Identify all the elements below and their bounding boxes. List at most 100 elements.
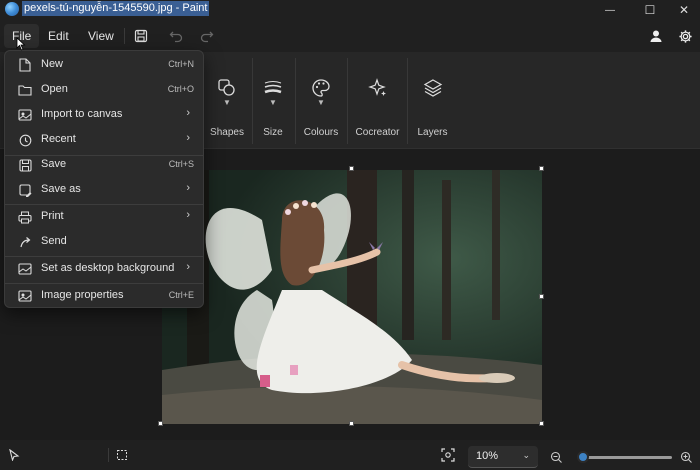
size-icon <box>261 76 285 100</box>
menu-item-send[interactable]: Send <box>9 230 200 254</box>
menu-divider <box>124 28 125 44</box>
menu-item-label: Image properties <box>41 289 124 301</box>
menu-item-label: Set as desktop background <box>41 262 175 274</box>
colours-label: Colours <box>303 127 339 138</box>
menu-item-label: Print <box>41 210 64 222</box>
resize-handle-bottom-right[interactable] <box>539 421 544 426</box>
resize-handle-top-right[interactable] <box>539 166 544 171</box>
size-label: Size <box>263 127 283 138</box>
maximize-icon: ☐ <box>644 3 656 17</box>
redo-button[interactable] <box>197 27 217 45</box>
selection-icon <box>117 450 127 460</box>
zoom-level-dropdown[interactable]: 10% ⌄ <box>468 446 538 468</box>
menu-item-label: New <box>41 58 64 70</box>
status-divider <box>108 448 109 462</box>
layers-icon <box>421 76 445 100</box>
chevron-down-icon: ▼ <box>269 98 277 107</box>
gear-icon <box>678 29 692 43</box>
desktop-background-icon <box>18 262 32 276</box>
zoom-in-icon <box>680 451 692 463</box>
ribbon-separator <box>252 58 253 144</box>
settings-button[interactable] <box>675 27 695 45</box>
recent-clock-icon <box>18 133 32 147</box>
menu-bar: File Edit View <box>0 20 700 52</box>
photo-illustration <box>162 170 542 424</box>
minimize-button[interactable]: — <box>592 0 628 20</box>
shapes-icon <box>215 76 239 100</box>
fit-to-window-icon <box>441 448 455 462</box>
size-tool-group[interactable]: ▼ Size <box>254 52 292 148</box>
account-icon <box>650 30 662 42</box>
ribbon-separator <box>347 58 348 144</box>
chevron-right-icon: › <box>186 132 190 144</box>
view-menu[interactable]: View <box>80 24 122 48</box>
close-button[interactable]: ✕ <box>666 0 700 20</box>
undo-button[interactable] <box>166 27 186 45</box>
menu-item-import-to-canvas[interactable]: Import to canvas › <box>9 103 200 127</box>
chevron-right-icon: › <box>186 209 190 221</box>
quick-save-button[interactable] <box>131 27 151 45</box>
redo-icon <box>200 31 214 43</box>
pointer-icon <box>9 448 20 462</box>
resize-handle-bottom-left[interactable] <box>158 421 163 426</box>
status-bar <box>0 440 700 470</box>
menu-item-shortcut: Ctrl+S <box>168 159 194 169</box>
menu-item-print[interactable]: Print › <box>9 205 200 229</box>
maximize-button[interactable]: ☐ <box>632 0 668 20</box>
zoom-level-value: 10% <box>476 450 499 462</box>
resize-handle-top[interactable] <box>349 166 354 171</box>
zoom-slider-thumb[interactable] <box>576 451 589 463</box>
shapes-tool-group[interactable]: ▼ Shapes <box>206 52 248 148</box>
title-bar: pexels-tú-nguyễn-1545590.jpg - Paint — ☐… <box>0 0 700 20</box>
open-folder-icon <box>18 83 32 97</box>
image-properties-icon <box>18 289 32 303</box>
menu-item-save[interactable]: Save Ctrl+S <box>9 153 200 177</box>
file-dropdown-menu: New Ctrl+N Open Ctrl+O Import to canvas … <box>4 50 204 308</box>
cocreator-button[interactable]: Cocreator <box>350 52 405 148</box>
layers-button[interactable]: Layers <box>410 52 455 148</box>
menu-item-shortcut: Ctrl+E <box>168 290 194 300</box>
resize-handle-bottom[interactable] <box>349 421 354 426</box>
zoom-slider-track[interactable] <box>578 456 672 459</box>
zoom-in-button[interactable] <box>680 451 693 467</box>
zoom-out-button[interactable] <box>550 451 563 467</box>
menu-item-label: Open <box>41 83 68 95</box>
send-icon <box>18 235 32 249</box>
colours-tool-group[interactable]: ▼ Colours <box>298 52 344 148</box>
menu-item-label: Send <box>41 235 67 247</box>
save-icon <box>18 158 32 172</box>
ribbon-separator <box>407 58 408 144</box>
minimize-icon: — <box>605 4 615 16</box>
view-menu-label: View <box>88 29 114 43</box>
window-title: pexels-tú-nguyễn-1545590.jpg - Paint <box>22 1 210 16</box>
chevron-down-icon: ▼ <box>223 98 231 107</box>
canvas-image[interactable] <box>162 170 542 424</box>
selection-size-indicator <box>116 449 128 464</box>
chevron-down-icon: ⌄ <box>522 450 530 460</box>
cocreator-label: Cocreator <box>355 127 400 138</box>
menu-item-set-as-desktop-background[interactable]: Set as desktop background › <box>9 257 200 281</box>
menu-item-save-as[interactable]: Save as › <box>9 178 200 202</box>
menu-item-label: Recent <box>41 133 76 145</box>
menu-item-open[interactable]: Open Ctrl+O <box>9 78 200 102</box>
edit-menu-label: Edit <box>48 29 69 43</box>
menu-item-shortcut: Ctrl+N <box>168 59 194 69</box>
menu-item-new[interactable]: New Ctrl+N <box>9 53 200 77</box>
print-icon <box>18 210 32 224</box>
menu-item-image-properties[interactable]: Image properties Ctrl+E <box>9 284 200 308</box>
zoom-out-icon <box>550 451 562 463</box>
fit-to-window-button[interactable] <box>441 448 455 465</box>
undo-icon <box>169 31 183 43</box>
resize-handle-right[interactable] <box>539 294 544 299</box>
chevron-right-icon: › <box>186 261 190 273</box>
menu-item-recent[interactable]: Recent › <box>9 128 200 152</box>
paint-app-icon <box>5 2 19 16</box>
edit-menu[interactable]: Edit <box>40 24 77 48</box>
layers-label: Layers <box>417 127 448 138</box>
ribbon-separator <box>295 58 296 144</box>
chevron-down-icon: ▼ <box>317 98 325 107</box>
menu-item-label: Import to canvas <box>41 108 123 120</box>
close-icon: ✕ <box>678 3 690 17</box>
account-button[interactable] <box>646 27 666 45</box>
shapes-label: Shapes <box>210 127 244 138</box>
